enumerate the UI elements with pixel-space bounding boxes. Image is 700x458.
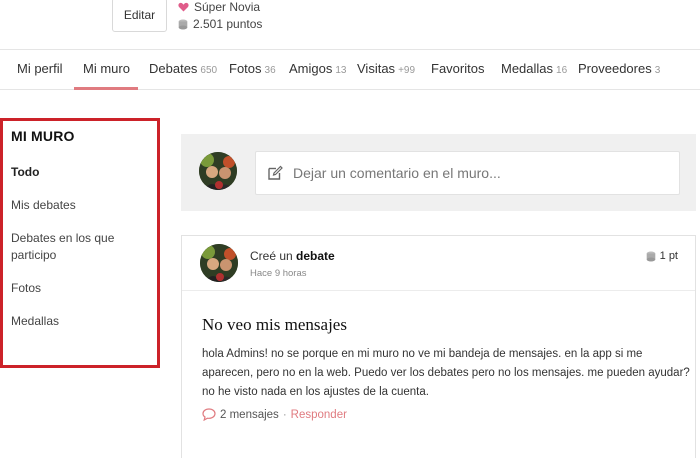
tab-count: 36 bbox=[264, 65, 276, 76]
sidebar-item-todo[interactable]: Todo bbox=[11, 164, 39, 181]
separator: · bbox=[282, 408, 287, 421]
wall-comment-input[interactable]: Dejar un comentario en el muro... bbox=[255, 151, 680, 195]
edit-profile-button[interactable]: Editar bbox=[112, 0, 167, 32]
wall-sidebar: MI MURO Todo Mis debates Debates en los … bbox=[0, 118, 160, 368]
tab-count: 16 bbox=[556, 65, 568, 76]
post-title[interactable]: No veo mis mensajes bbox=[202, 315, 347, 335]
sidebar-item-fotos[interactable]: Fotos bbox=[11, 280, 41, 297]
sidebar-item-medallas[interactable]: Medallas bbox=[11, 313, 59, 330]
speech-bubble-icon bbox=[202, 408, 216, 421]
post-footer: 2 mensajes · Responder bbox=[202, 408, 347, 421]
messages-count[interactable]: 2 mensajes bbox=[220, 409, 279, 421]
profile-tabs: Mi perfil Mi muro Debates 650 Fotos 36 Ami… bbox=[0, 49, 700, 90]
post-timestamp: Hace 9 horas bbox=[250, 268, 307, 279]
pencil-icon bbox=[268, 165, 283, 180]
comment-placeholder: Dejar un comentario en el muro... bbox=[293, 165, 501, 181]
post-header: Creé un debate Hace 9 horas 1 pt bbox=[182, 236, 695, 291]
tab-amigos[interactable]: Amigos 13 bbox=[289, 61, 346, 76]
post-points: 1 pt bbox=[646, 250, 678, 262]
coin-stack-icon bbox=[646, 251, 655, 261]
post-action: Creé un debate bbox=[250, 249, 335, 263]
tab-mi-perfil[interactable]: Mi perfil bbox=[17, 61, 63, 76]
post-type-link[interactable]: debate bbox=[296, 249, 335, 263]
avatar[interactable] bbox=[200, 244, 238, 282]
active-tab-indicator bbox=[74, 87, 138, 90]
coin-stack-icon bbox=[178, 19, 188, 29]
avatar-photo bbox=[199, 152, 237, 190]
tab-count: +99 bbox=[398, 65, 416, 76]
tab-medallas[interactable]: Medallas 16 bbox=[501, 61, 567, 76]
post-body: hola Admins! no se porque en mi muro no … bbox=[202, 348, 690, 398]
rank-label: Súper Novia bbox=[178, 0, 260, 14]
wall-post: Creé un debate Hace 9 horas 1 pt No veo … bbox=[181, 235, 696, 458]
tab-visitas[interactable]: Visitas +99 bbox=[357, 61, 415, 76]
tab-mi-muro[interactable]: Mi muro bbox=[83, 61, 130, 76]
points-label: 2.501 puntos bbox=[178, 17, 262, 31]
tab-debates[interactable]: Debates 650 bbox=[149, 61, 217, 76]
tab-fotos[interactable]: Fotos 36 bbox=[229, 61, 276, 76]
sidebar-title: MI MURO bbox=[11, 128, 75, 144]
sidebar-item-debates-participo[interactable]: Debates en los que participo bbox=[11, 230, 141, 264]
tab-count: 13 bbox=[335, 65, 347, 76]
tab-favoritos[interactable]: Favoritos bbox=[431, 61, 484, 76]
avatar-photo bbox=[200, 244, 238, 282]
heart-icon bbox=[178, 2, 189, 12]
tab-count: 650 bbox=[200, 65, 218, 76]
reply-link[interactable]: Responder bbox=[291, 409, 347, 421]
avatar[interactable] bbox=[199, 152, 237, 190]
tab-count: 3 bbox=[654, 65, 661, 76]
tab-proveedores[interactable]: Proveedores 3 bbox=[578, 61, 660, 76]
sidebar-item-mis-debates[interactable]: Mis debates bbox=[11, 197, 76, 214]
wall-comment-area: Dejar un comentario en el muro... bbox=[181, 134, 696, 211]
